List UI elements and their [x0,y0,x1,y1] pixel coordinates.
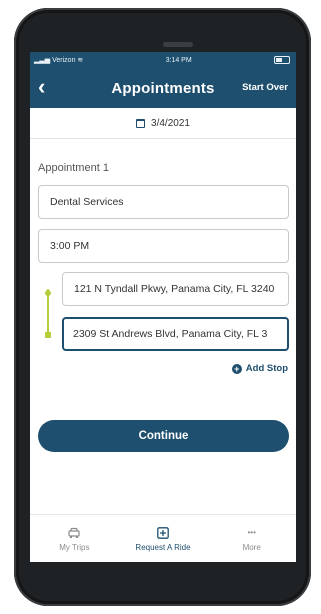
calendar-icon [136,118,146,128]
continue-button[interactable]: Continue [38,420,289,452]
tab-my-trips-label: My Trips [59,542,90,552]
app-screen: ▂▃▅ Verizon ≋ 3:14 PM ‹ Appointments Sta… [30,52,296,562]
tab-request-ride[interactable]: Request A Ride [119,515,208,562]
pickup-address-field[interactable]: 121 N Tyndall Pkwy, Panama City, FL 3240 [62,272,289,306]
wifi-icon: ≋ [77,57,84,64]
ellipsis-icon: ••• [247,528,256,537]
appointment-label: Appointment 1 [38,162,109,174]
date-value: 3/4/2021 [151,117,190,129]
dropoff-square-icon [45,332,51,338]
start-over-button[interactable]: Start Over [242,82,288,93]
carrier-label: ▂▃▅ Verizon ≋ [34,57,84,64]
plus-circle-icon: + [231,363,242,374]
battery-icon [274,56,290,64]
status-bar: ▂▃▅ Verizon ≋ 3:14 PM [30,52,296,68]
tab-my-trips[interactable]: My Trips [30,515,119,562]
status-time: 3:14 PM [165,56,192,64]
route-line [47,289,49,336]
date-selector[interactable]: 3/4/2021 [30,108,296,139]
add-stop-button[interactable]: + Add Stop [231,363,288,374]
tab-more-label: More [242,542,261,552]
speaker-grille [163,42,193,47]
tab-request-ride-label: Request A Ride [135,542,191,552]
service-field[interactable]: Dental Services [38,185,289,219]
tab-bar: My Trips Request A Ride ••• More [30,514,296,562]
add-stop-label: Add Stop [245,363,288,374]
chevron-left-icon[interactable]: ‹ [38,75,45,99]
plus-square-icon [157,526,169,539]
tab-more[interactable]: ••• More [207,515,296,562]
app-header: ‹ Appointments Start Over [30,68,296,108]
time-field[interactable]: 3:00 PM [38,229,289,263]
dropoff-address-field[interactable]: 2309 St Andrews Blvd, Panama City, FL 3 [62,317,289,351]
signal-icon: ▂▃▅ [34,57,51,64]
car-icon [68,527,80,539]
pickup-dot-icon [45,290,51,296]
